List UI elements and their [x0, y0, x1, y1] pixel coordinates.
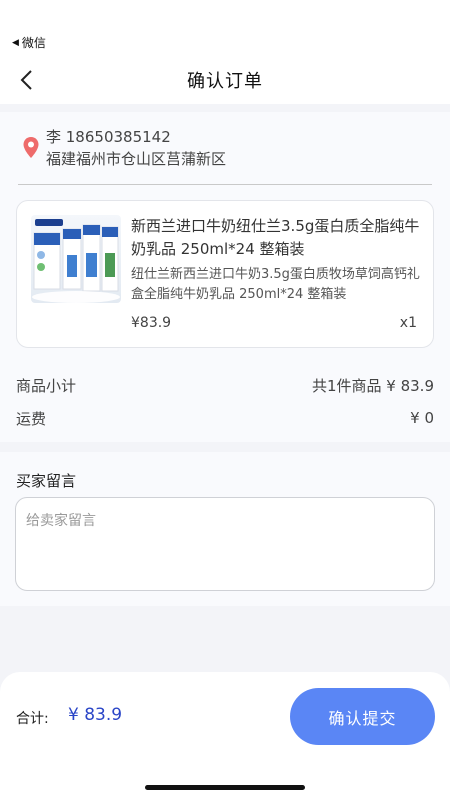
chevron-left-icon	[20, 70, 32, 90]
back-to-wechat[interactable]: ◀ 微信	[12, 34, 46, 51]
total-label: 合计:	[16, 711, 49, 727]
page-title: 确认订单	[187, 71, 263, 92]
nav-bar: 确认订单	[0, 56, 450, 104]
address-detail: 福建福州市仓山区莒蒲新区	[46, 150, 227, 168]
shipping-label: 运费	[16, 409, 47, 428]
back-triangle-icon: ◀	[12, 37, 19, 48]
shipping-row: 运费 ¥ 0	[16, 406, 434, 430]
back-to-wechat-label: 微信	[21, 36, 46, 50]
recipient-name-phone: 李 18650385142	[46, 128, 171, 146]
product-quantity: x1	[399, 315, 417, 331]
buyer-message-label: 买家留言	[16, 472, 77, 490]
back-button[interactable]	[14, 68, 38, 92]
product-name: 新西兰进口牛奶纽仕兰3.5g蛋白质全脂纯牛奶乳品 250ml*24 整箱装	[131, 217, 420, 258]
home-indicator	[145, 785, 305, 790]
location-pin-icon	[23, 137, 39, 158]
buyer-message-input[interactable]	[15, 497, 435, 591]
divider	[18, 184, 432, 185]
product-price: ¥83.9	[131, 315, 172, 331]
confirm-submit-button[interactable]: 确认提交	[290, 688, 435, 745]
subtotal-row: 商品小计 共1件商品 ¥ 83.9	[16, 373, 434, 397]
product-image	[31, 215, 121, 303]
total-amount: ¥ 83.9	[68, 705, 123, 725]
shipping-value: ¥ 0	[410, 409, 434, 427]
status-bar: ◀ 微信	[0, 0, 450, 56]
product-card[interactable]: 新西兰进口牛奶纽仕兰3.5g蛋白质全脂纯牛奶乳品 250ml*24 整箱装 纽仕…	[16, 200, 434, 348]
milk-box-image	[31, 215, 121, 303]
subtotal-label: 商品小计	[16, 376, 77, 395]
product-description: 纽仕兰新西兰进口牛奶3.5g蛋白质牧场草饲高钙礼盒全脂纯牛奶乳品 250ml*2…	[131, 267, 420, 302]
subtotal-value: 共1件商品 ¥ 83.9	[311, 376, 434, 395]
shipping-address[interactable]: 李 18650385142 福建福州市仓山区莒蒲新区	[22, 126, 432, 184]
